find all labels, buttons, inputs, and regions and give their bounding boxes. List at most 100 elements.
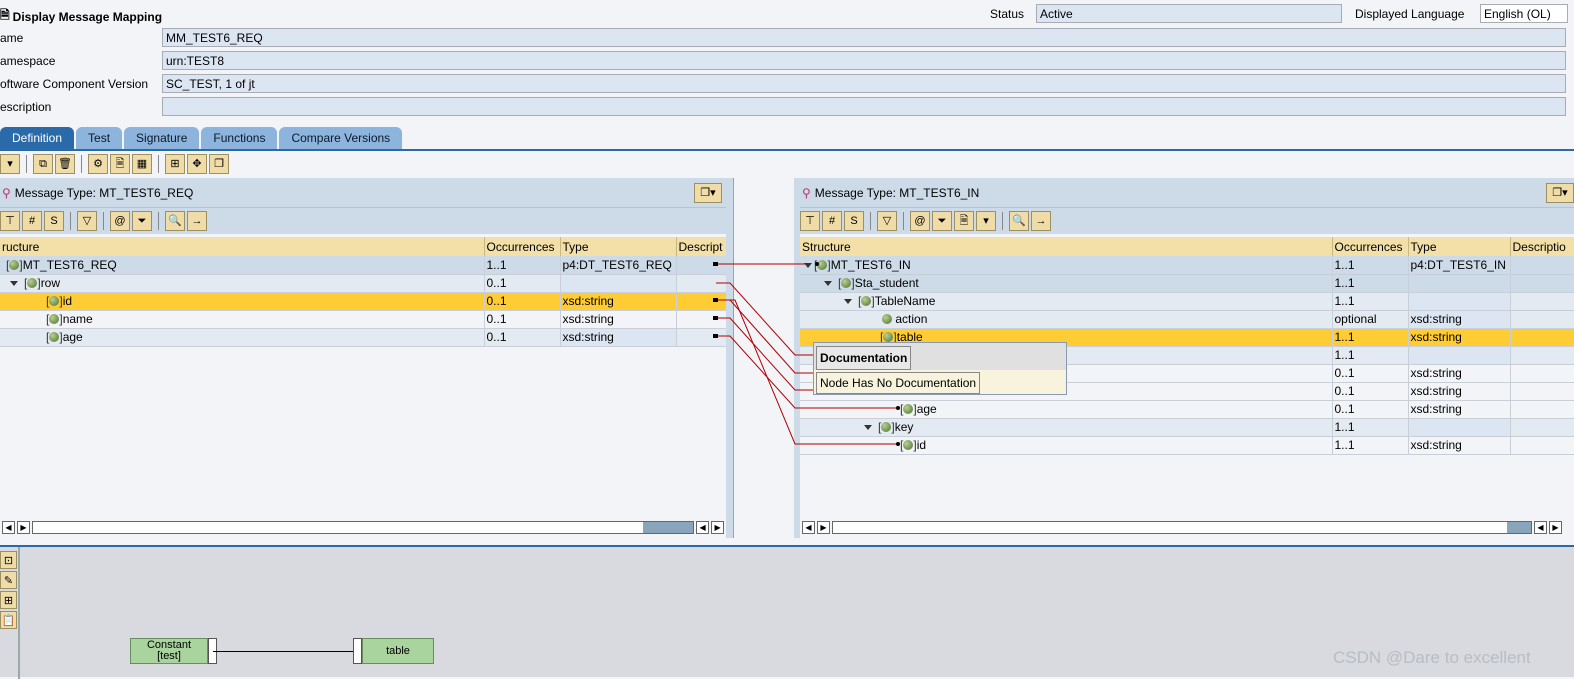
edit-icon[interactable]: ✎	[0, 571, 17, 589]
grid-icon[interactable]: #	[22, 211, 42, 231]
windows-icon[interactable]: ❐	[209, 154, 229, 174]
mapping-editor[interactable]: ⊡ ✎ ⊞ 📋 Constant [test] table CSDN @Dare …	[0, 545, 1574, 679]
scroll-right-icon[interactable]: ▶	[16, 520, 30, 534]
tree-icon[interactable]: ⊤	[800, 211, 820, 231]
scroll-left-icon[interactable]: ◀	[2, 520, 15, 534]
gear-icon[interactable]: ⚙	[88, 154, 108, 174]
table-row[interactable]: []MT_TEST6_REQ 1..1 p4:DT_TEST6_REQ	[0, 256, 727, 275]
tab-signature[interactable]: Signature	[124, 127, 200, 149]
move-icon[interactable]: ✥	[187, 154, 207, 174]
splitter-left[interactable]	[726, 178, 734, 538]
col-description[interactable]: Descript	[676, 237, 727, 256]
col-type[interactable]: Type	[560, 237, 677, 256]
name-field[interactable]: MM_TEST6_REQ	[162, 28, 1566, 47]
table-row[interactable]: []Sta_student 1..1	[800, 274, 1574, 293]
node-icon	[49, 296, 60, 306]
scroll-track[interactable]	[832, 520, 1532, 534]
col-description[interactable]: Descriptio	[1510, 237, 1574, 256]
col-type[interactable]: Type	[1408, 237, 1511, 256]
function-library-icon[interactable]: ⊡	[0, 551, 17, 569]
grid-icon[interactable]: #	[822, 211, 842, 231]
collapse-icon[interactable]	[824, 281, 832, 286]
occurrence-icon[interactable]: @	[110, 211, 130, 231]
next-icon[interactable]: →	[1031, 211, 1051, 231]
scroll-right-icon[interactable]: ▶	[817, 520, 830, 534]
find-icon[interactable]: 🔍	[165, 211, 185, 231]
layout-icon[interactable]: ▦	[132, 154, 152, 174]
message-type-icon: ⚲	[2, 185, 11, 200]
col-occurrences[interactable]: Occurrences	[1332, 237, 1409, 256]
description-label: escription	[0, 100, 52, 114]
source-structure-panel: ⚲ Message Type: MT_TEST6_REQ ❐▾ ⊤ # S ▽ @ ⏷ …	[0, 178, 727, 538]
col-structure[interactable]: Structure	[800, 237, 1333, 256]
collapse-icon[interactable]	[10, 281, 18, 286]
delete-icon[interactable]: 🗑	[55, 154, 75, 174]
src-icon[interactable]: S	[844, 211, 864, 231]
node-icon	[49, 332, 60, 342]
scroll-thumb[interactable]	[1507, 521, 1531, 533]
tab-functions[interactable]: Functions	[201, 127, 278, 149]
expand-icon[interactable]: ▽	[877, 211, 897, 231]
status-label: Status	[990, 7, 1025, 21]
swcv-field[interactable]: SC_TEST, 1 of jt	[162, 74, 1566, 93]
namespace-label: amespace	[0, 54, 56, 68]
language-select[interactable]: English (OL)	[1480, 4, 1568, 23]
next-icon[interactable]: →	[187, 211, 207, 231]
dependencies-icon[interactable]: ⊞	[165, 154, 185, 174]
duplicate-icon[interactable]: ⧉	[33, 154, 53, 174]
table-row[interactable]: []name 0..1 xsd:string	[0, 310, 727, 329]
table-row[interactable]: []row 0..1	[0, 274, 727, 293]
find-icon[interactable]: 🔍	[1009, 211, 1029, 231]
scroll-left-icon[interactable]: ◀	[696, 520, 710, 534]
occurrence-icon[interactable]: @	[910, 211, 930, 231]
source-hscrollbar[interactable]: ◀ ▶ ◀ ▶	[2, 519, 724, 535]
table-row[interactable]: []age 0..1 xsd:string	[800, 400, 1574, 419]
hierarchy-icon[interactable]: ⊞	[0, 591, 17, 609]
table-row[interactable]: []TableName 1..1	[800, 292, 1574, 311]
tree-icon[interactable]: ⊤	[0, 211, 20, 231]
scroll-left-icon[interactable]: ◀	[1534, 520, 1547, 534]
table-row[interactable]: []key 1..1	[800, 418, 1574, 437]
expand-icon[interactable]: ▽	[77, 211, 97, 231]
collapse-icon[interactable]	[804, 262, 812, 268]
collapse-icon[interactable]	[844, 299, 852, 304]
language-label: Displayed Language	[1355, 7, 1465, 21]
edit-dropdown-button[interactable]: ▾	[0, 154, 20, 174]
table-row[interactable]: []MT_TEST6_IN 1..1 p4:DT_TEST6_IN	[800, 256, 1574, 275]
namespace-field[interactable]: urn:TEST8	[162, 51, 1566, 70]
collapse-icon[interactable]	[864, 425, 872, 430]
clipboard-icon[interactable]: 📋	[0, 611, 17, 629]
doc-options-icon[interactable]: ▾	[976, 211, 996, 231]
tab-definition[interactable]: Definition	[0, 127, 75, 149]
src-icon[interactable]: S	[44, 211, 64, 231]
table-row[interactable]: []age 0..1 xsd:string	[0, 328, 727, 347]
constant-value: [test]	[157, 650, 181, 662]
document-icon[interactable]: 🗎	[110, 154, 130, 174]
col-occurrences[interactable]: Occurrences	[484, 237, 561, 256]
description-field[interactable]	[162, 97, 1566, 116]
doc-icon[interactable]: 🗎	[954, 211, 974, 231]
scroll-thumb[interactable]	[643, 521, 694, 533]
view-options-button[interactable]: ❐▾	[694, 182, 722, 203]
col-structure[interactable]: ructure	[0, 237, 485, 256]
table-row[interactable]: []id 1..1 xsd:string	[800, 436, 1574, 455]
attribute-icon	[882, 314, 892, 324]
filter-icon[interactable]: ⏷	[132, 211, 152, 231]
connection-line	[213, 651, 358, 652]
node-icon	[883, 332, 894, 342]
scroll-track[interactable]	[31, 520, 695, 534]
scroll-right-icon[interactable]: ▶	[1549, 520, 1562, 534]
input-port[interactable]	[353, 638, 362, 664]
target-field-box[interactable]: table	[362, 638, 434, 664]
constant-function-box[interactable]: Constant [test]	[130, 638, 208, 664]
view-options-button[interactable]: ❐▾	[1546, 182, 1574, 203]
scroll-right-icon[interactable]: ▶	[711, 520, 724, 534]
documentation-text: Node Has No Documentation	[816, 372, 981, 394]
filter-icon[interactable]: ⏷	[932, 211, 952, 231]
tab-test[interactable]: Test	[76, 127, 123, 149]
table-row[interactable]: action optional xsd:string	[800, 310, 1574, 329]
scroll-left-icon[interactable]: ◀	[802, 520, 815, 534]
tab-compare-versions[interactable]: Compare Versions	[279, 127, 403, 149]
table-row[interactable]: []id 0..1 xsd:string	[0, 292, 727, 311]
target-hscrollbar[interactable]: ◀ ▶ ◀ ▶	[802, 519, 1574, 535]
